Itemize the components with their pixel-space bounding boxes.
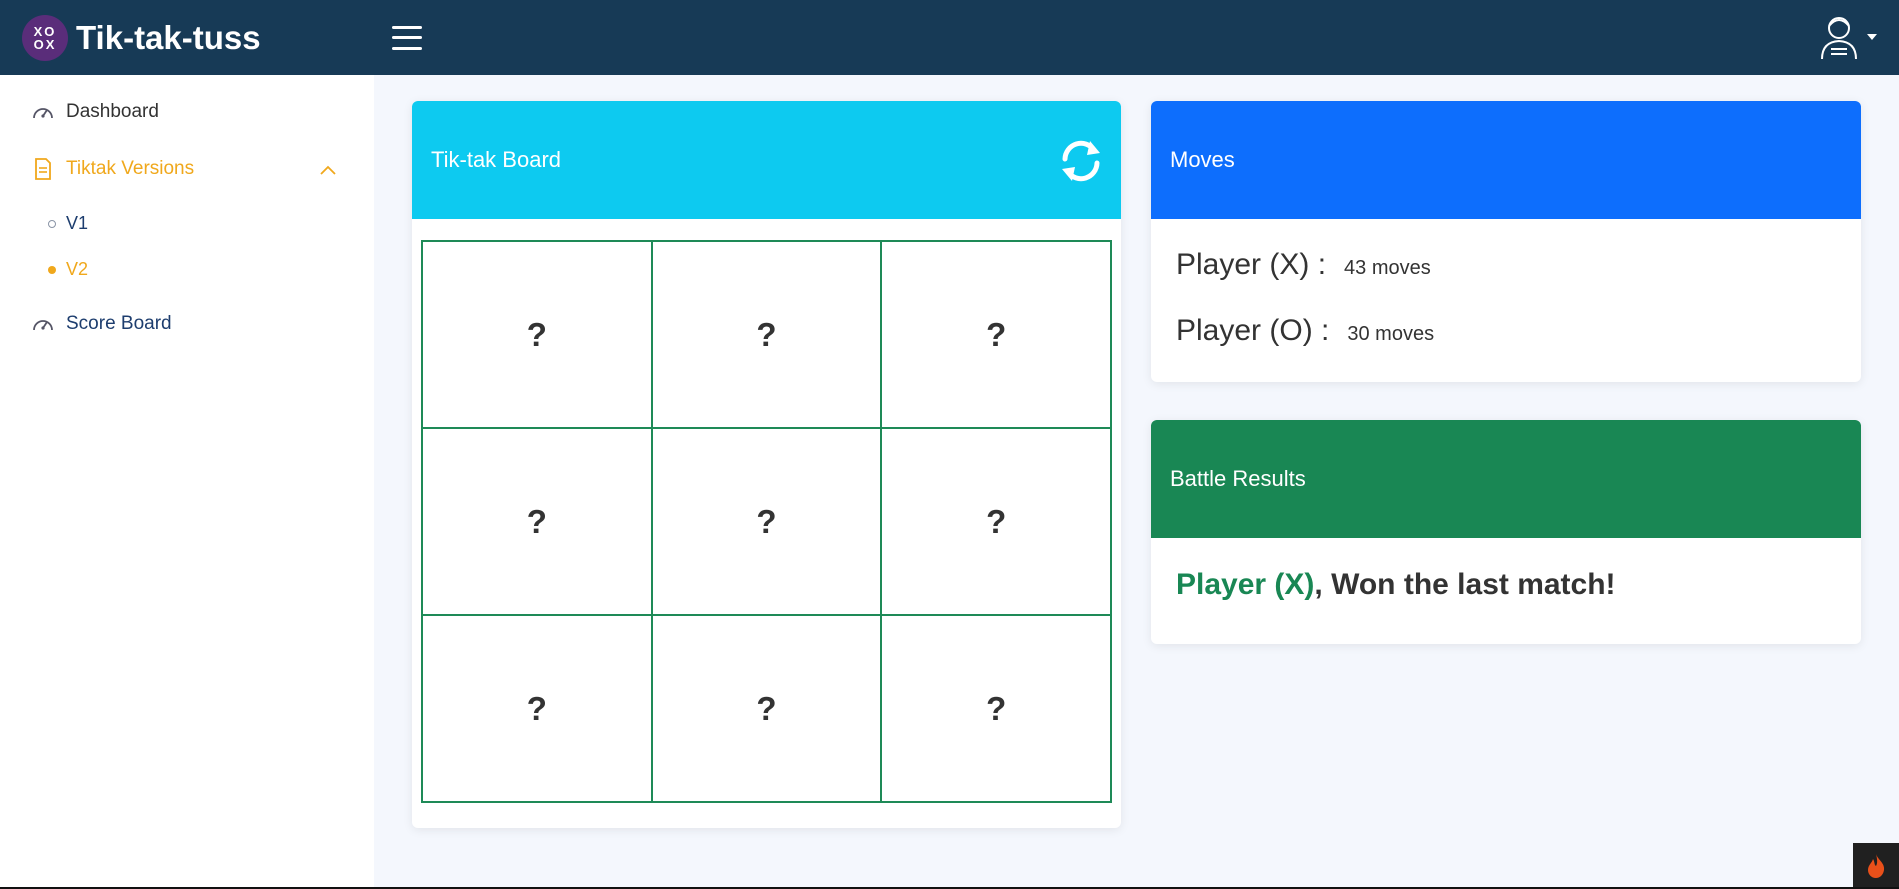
board-cell[interactable]: ? (651, 615, 882, 802)
board-cell[interactable]: ? (651, 428, 882, 615)
player-x-label: Player (X) : (1176, 248, 1327, 281)
board-cell[interactable]: ? (422, 428, 652, 615)
sidebar-subitem-v2[interactable]: V2 (48, 259, 88, 280)
logo-text-bottom: OX (33, 36, 57, 52)
sidebar-item-score-board[interactable]: Score Board (32, 313, 172, 335)
sidebar-item-label: Score Board (66, 313, 172, 334)
player-o-moves: 30 moves (1347, 323, 1435, 345)
menu-toggle-icon[interactable] (392, 25, 422, 50)
results-title: Battle Results (1170, 466, 1306, 491)
board-cell[interactable]: ? (651, 241, 882, 428)
top-navbar: XO OX Tik-tak-tuss (0, 0, 1899, 75)
brand-name: Tik-tak-tuss (76, 18, 261, 56)
chevron-up-icon (319, 160, 337, 182)
moves-row-o: Player (O) : 30 moves (1176, 314, 1434, 348)
sidebar-subitem-label: V1 (66, 213, 89, 233)
flame-icon (1868, 854, 1885, 878)
winner-name: Player (X) (1176, 568, 1315, 601)
sidebar-item-dashboard[interactable]: Dashboard (32, 101, 159, 123)
board-cell[interactable]: ? (422, 241, 652, 428)
moves-title: Moves (1170, 147, 1235, 172)
logo: XO OX (22, 14, 68, 61)
sidebar-subitem-label: V2 (66, 259, 89, 279)
document-icon (32, 158, 54, 180)
results-card-header: Battle Results (1151, 420, 1861, 538)
fire-button[interactable] (1853, 843, 1899, 889)
sidebar-subitem-v1[interactable]: V1 (48, 213, 88, 234)
sidebar-item-label: Dashboard (66, 101, 159, 122)
moves-card-header: Moves (1151, 101, 1861, 219)
result-text: , Won the last match! (1314, 568, 1616, 601)
logo-text-top: XO (33, 23, 57, 39)
gauge-icon (32, 101, 54, 123)
board-cell[interactable]: ? (422, 615, 652, 802)
tic-tac-toe-board: ? ? ? ? ? ? ? ? ? (421, 240, 1112, 803)
player-o-label: Player (O) : (1176, 314, 1330, 347)
sidebar-item-label: Tiktak Versions (66, 158, 195, 179)
circle-outline-icon (48, 219, 56, 228)
gauge-icon (32, 313, 54, 335)
user-menu[interactable] (1819, 14, 1877, 60)
brand[interactable]: XO OX Tik-tak-tuss (22, 14, 377, 61)
sidebar: Dashboard Tiktak Versions V1 V2 Score Bo… (0, 75, 374, 889)
chevron-down-icon (1867, 34, 1877, 40)
moves-row-x: Player (X) : 43 moves (1176, 248, 1431, 282)
sidebar-item-tiktak-versions[interactable]: Tiktak Versions (32, 158, 337, 180)
result-message: Player (X), Won the last match! (1176, 568, 1616, 602)
refresh-icon[interactable] (1059, 139, 1103, 189)
board-cell[interactable]: ? (881, 241, 1111, 428)
user-avatar-icon (1821, 17, 1857, 60)
board-cell[interactable]: ? (881, 615, 1111, 802)
moves-card: Moves Player (X) : 43 moves Player (O) :… (1151, 101, 1861, 382)
board-card-header: Tik-tak Board (412, 101, 1121, 219)
player-x-moves: 43 moves (1344, 257, 1431, 279)
circle-filled-icon (48, 265, 56, 274)
board-cell[interactable]: ? (881, 428, 1111, 615)
board-title: Tik-tak Board (431, 147, 562, 172)
battle-results-card: Battle Results Player (X), Won the last … (1151, 420, 1861, 644)
